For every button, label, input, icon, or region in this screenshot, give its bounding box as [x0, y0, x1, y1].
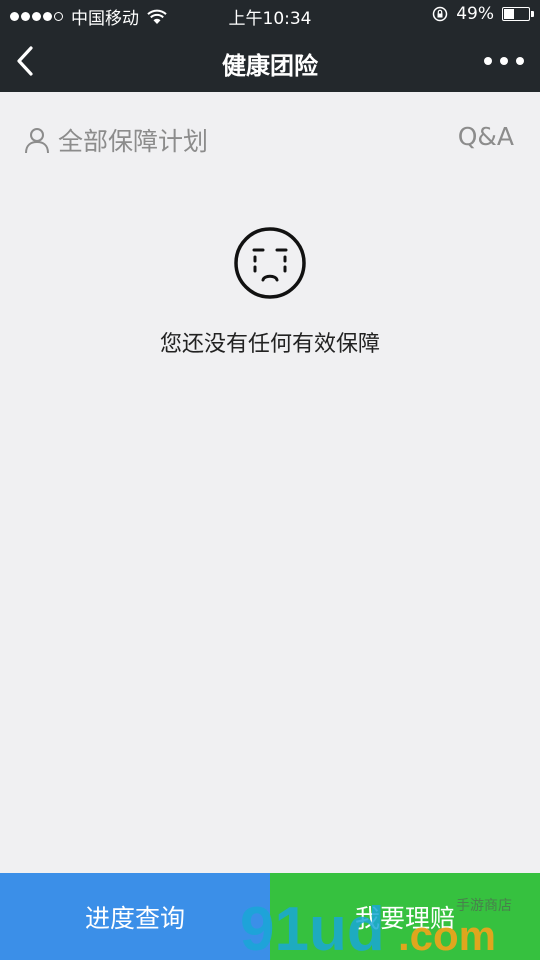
empty-state: 您还没有任何有效保障	[0, 226, 540, 358]
status-right: 49%	[432, 4, 534, 24]
claim-label: 我要理赔	[354, 903, 455, 933]
nav-bar: 健康团险	[0, 30, 540, 92]
all-plans-link[interactable]: 全部保障计划	[24, 122, 208, 158]
battery-level	[504, 9, 514, 19]
empty-message: 您还没有任何有效保障	[159, 332, 380, 357]
claim-button[interactable]: 我要理赔	[270, 873, 540, 960]
more-dot	[484, 57, 492, 65]
bottom-action-bar: 进度查询 我要理赔	[0, 873, 540, 960]
rotation-lock-icon	[432, 6, 448, 22]
qa-link[interactable]: Q&A	[458, 122, 514, 151]
progress-query-button[interactable]: 进度查询	[0, 873, 270, 960]
status-bar: 中国移动 上午10:34 49%	[0, 0, 540, 30]
battery-percent: 49%	[456, 4, 494, 24]
progress-query-label: 进度查询	[84, 903, 185, 933]
page-title: 健康团险	[222, 52, 318, 80]
all-plans-label: 全部保障计划	[58, 127, 209, 156]
sad-face-icon	[234, 227, 306, 299]
sub-header: 全部保障计划 Q&A	[0, 92, 540, 182]
more-dot	[516, 57, 524, 65]
app-screen: 中国移动 上午10:34 49% 健康团险 全部保障计划 Q&A 您还没有任何有…	[0, 0, 540, 960]
battery-icon	[502, 7, 534, 21]
person-icon	[25, 128, 49, 154]
more-button[interactable]	[484, 45, 524, 77]
more-dot	[500, 57, 508, 65]
